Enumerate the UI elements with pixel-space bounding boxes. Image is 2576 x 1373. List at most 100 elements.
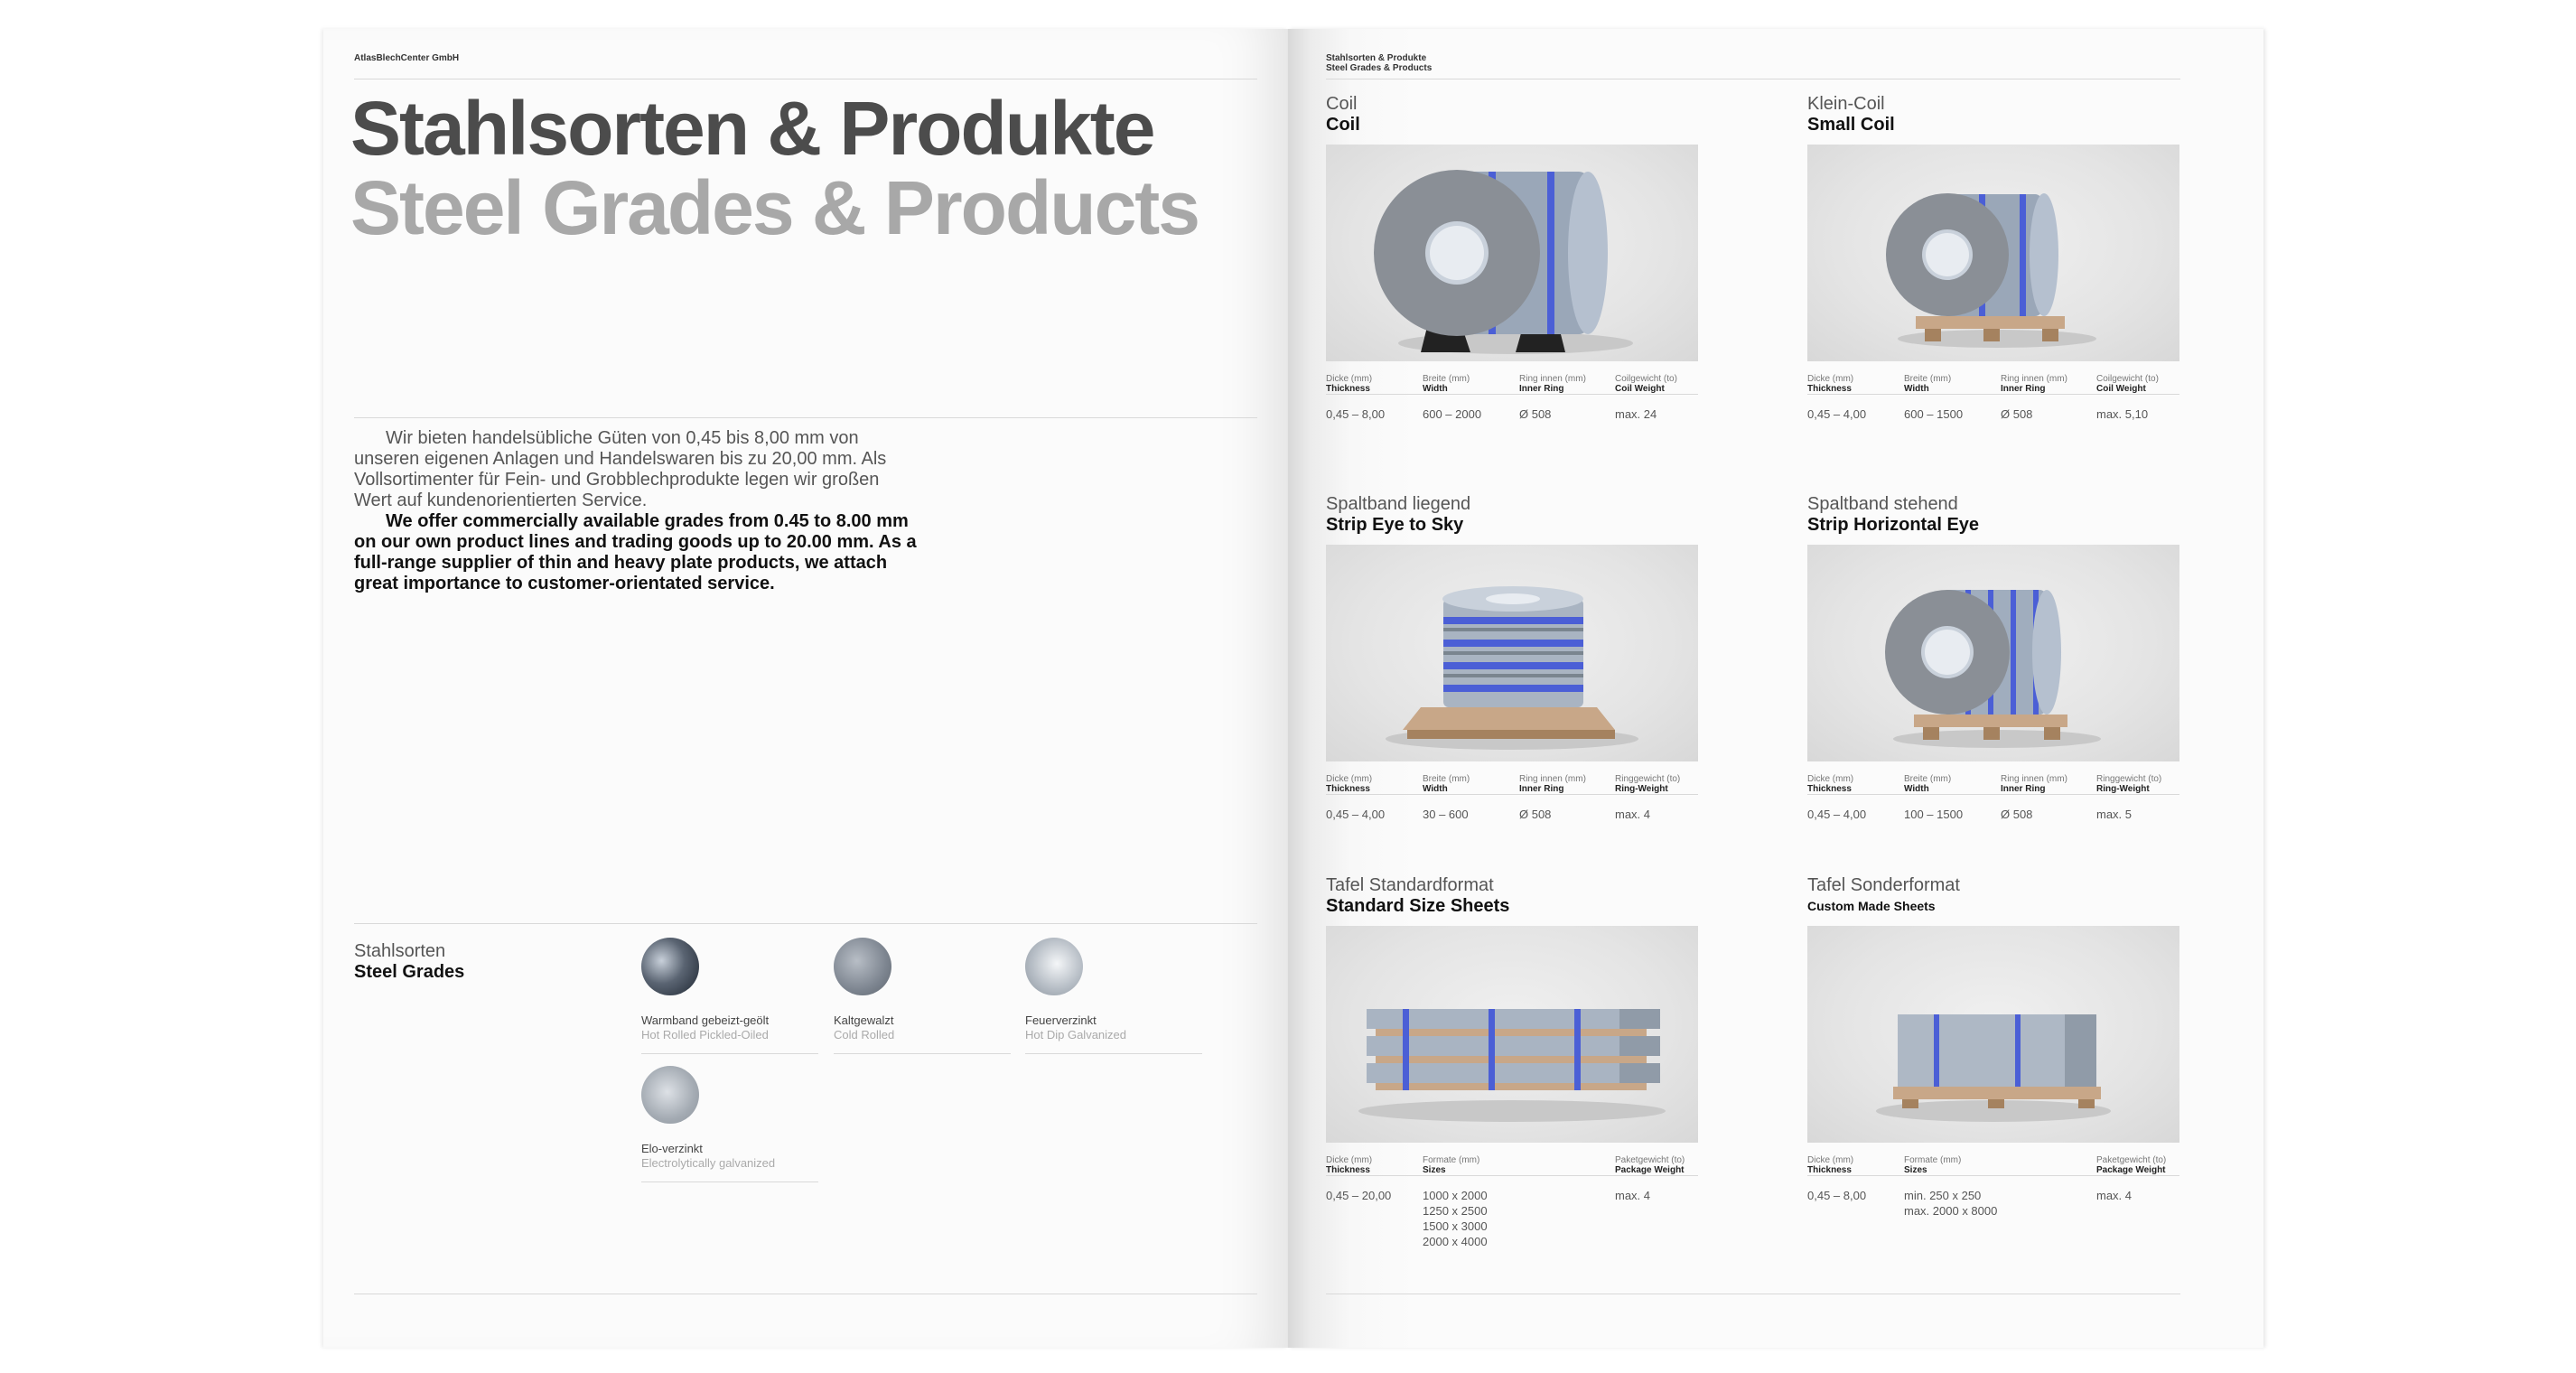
product-small-coil: Klein-Coil Small Coil Dicke (mm) Thickne…: [1807, 94, 2187, 455]
spec-value: 100 – 1500: [1904, 808, 1964, 821]
spec-width: Breite (mm) Width 100 – 1500: [1904, 774, 1994, 822]
grade-name: Warmband gebeizt-geölt: [641, 1013, 770, 1027]
spec-value: max. 4: [1615, 808, 1651, 821]
grade-item: Feuerverzinkt Hot Dip Galvanized: [1025, 938, 1206, 1055]
grade-item: Kaltgewalzt Cold Rolled: [834, 938, 1014, 1055]
grade-item: Warmband gebeizt-geölt Hot Rolled Pickle…: [641, 938, 822, 1055]
small-coil-image: [1807, 145, 2179, 361]
grade-sub: Cold Rolled: [834, 1028, 895, 1041]
product-name-de: Coil: [1326, 94, 1358, 114]
intro-de: Wir bieten handelsübliche Güten von 0,45…: [354, 428, 887, 510]
spec-label-en: Ring-Weight: [1615, 784, 1668, 794]
spec-label-de: Ring innen (mm): [1519, 774, 1586, 784]
page-title-en: Steel Grades & Products: [350, 165, 1200, 250]
spec-value: Ø 508: [1519, 808, 1552, 821]
product-strip-eye-to-sky: Spaltband liegend Strip Eye to Sky Dicke…: [1326, 494, 1705, 855]
electrolytic-galvanized-swatch: [641, 1066, 699, 1124]
spec-value: max. 5,10: [2096, 407, 2149, 421]
spec-label-de: Dicke (mm): [1326, 774, 1373, 784]
product-name-de: Klein-Coil: [1807, 94, 1885, 114]
spec-label-en: Thickness: [1807, 384, 1852, 394]
spec-inner-ring: Ring innen (mm) Inner Ring Ø 508: [1519, 774, 1610, 822]
spec-sizes: Formate (mm) Sizes min. 250 x 250 max. 2…: [1904, 1155, 2085, 1219]
spec-package-weight: Paketgewicht (to) Package Weight max. 4: [1615, 1155, 1705, 1203]
spec-value: 1000 x 2000 1250 x 2500 1500 x 3000 2000…: [1423, 1189, 1488, 1248]
spec-label-en: Package Weight: [1615, 1165, 1685, 1175]
spec-label-de: Dicke (mm): [1807, 1155, 1854, 1165]
grade-rule: [834, 1053, 1011, 1054]
spec-label-de: Breite (mm): [1423, 374, 1470, 384]
custom-sheets-image: [1807, 926, 2179, 1143]
grade-name: Elo-verzinkt: [641, 1142, 703, 1155]
product-coil: Coil Coil Dicke (mm) Thickness 0,45 – 8,…: [1326, 94, 1705, 455]
hot-dip-galvanized-swatch: [1025, 938, 1083, 995]
intro-text: Wir bieten handelsübliche Güten von 0,45…: [354, 428, 919, 594]
spec-thickness: Dicke (mm) Thickness 0,45 – 8,00: [1807, 1155, 1898, 1203]
spec-label-de: Ringgewicht (to): [1615, 774, 1681, 784]
spec-label-de: Ring innen (mm): [2001, 774, 2067, 784]
spec-thickness: Dicke (mm) Thickness 0,45 – 4,00: [1326, 774, 1416, 822]
spec-label-de: Breite (mm): [1904, 374, 1952, 384]
product-name-en: Standard Size Sheets: [1326, 896, 1510, 916]
spec-width: Breite (mm) Width 600 – 1500: [1904, 374, 1994, 422]
spec-value: 30 – 600: [1423, 808, 1469, 821]
spec-label-en: Sizes: [1423, 1165, 1446, 1175]
page-title-de: Stahlsorten & Produkte: [350, 86, 1155, 171]
grades-rule: [354, 923, 1257, 924]
right-header-en: Steel Grades & Products: [1326, 63, 1433, 73]
spec-label-de: Coilgewicht (to): [1615, 374, 1677, 384]
spec-label-de: Ring innen (mm): [1519, 374, 1586, 384]
grade-name: Feuerverzinkt: [1025, 1013, 1097, 1027]
spec-label-de: Ring innen (mm): [2001, 374, 2067, 384]
grade-sub: Electrolytically galvanized: [641, 1156, 776, 1170]
spec-inner-ring: Ring innen (mm) Inner Ring Ø 508: [1519, 374, 1610, 422]
spec-label-en: Thickness: [1807, 1165, 1852, 1175]
spec-label-de: Breite (mm): [1423, 774, 1470, 784]
spec-width: Breite (mm) Width 600 – 2000: [1423, 374, 1513, 422]
spec-label-en: Coil Weight: [1615, 384, 1665, 394]
spec-value: 0,45 – 8,00: [1807, 1189, 1867, 1202]
spec-value: Ø 508: [1519, 407, 1552, 421]
right-page: Stahlsorten & Produkte Steel Grades & Pr…: [1288, 29, 2263, 1348]
spec-thickness: Dicke (mm) Thickness 0,45 – 20,00: [1326, 1155, 1416, 1203]
spec-package-weight: Paketgewicht (to) Package Weight max. 4: [2096, 1155, 2187, 1203]
spec-inner-ring: Ring innen (mm) Inner Ring Ø 508: [2001, 774, 2091, 822]
intro-en: We offer commercially available grades f…: [354, 511, 917, 593]
product-name-en: Strip Eye to Sky: [1326, 515, 1464, 535]
spec-label-en: Thickness: [1807, 784, 1852, 794]
spec-value: Ø 508: [2001, 407, 2033, 421]
spec-label-de: Dicke (mm): [1326, 1155, 1373, 1165]
spec-value: min. 250 x 250 max. 2000 x 8000: [1904, 1189, 1998, 1218]
spec-label-en: Width: [1423, 384, 1448, 394]
product-name-de: Tafel Sonderformat: [1807, 875, 1960, 895]
spec-label-en: Ring-Weight: [2096, 784, 2150, 794]
product-name-de: Spaltband stehend: [1807, 494, 1958, 514]
product-name-en: Strip Horizontal Eye: [1807, 515, 1980, 535]
spec-weight: Ringgewicht (to) Ring-Weight max. 5: [2096, 774, 2187, 822]
right-header-de: Stahlsorten & Produkte: [1326, 53, 1427, 63]
spec-value: Ø 508: [2001, 808, 2033, 821]
grade-sub: Hot Rolled Pickled-Oiled: [641, 1028, 769, 1041]
company-name: AtlasBlechCenter GmbH: [354, 53, 460, 63]
spec-label-de: Coilgewicht (to): [2096, 374, 2159, 384]
spec-value: 0,45 – 4,00: [1807, 407, 1867, 421]
spec-label-en: Width: [1423, 784, 1448, 794]
strip-horizontal-eye-image: [1807, 545, 2179, 761]
grade-rule: [641, 1053, 818, 1054]
spec-label-de: Formate (mm): [1423, 1155, 1480, 1165]
spec-value: max. 5: [2096, 808, 2133, 821]
spec-inner-ring: Ring innen (mm) Inner Ring Ø 508: [2001, 374, 2091, 422]
spec-label-en: Thickness: [1326, 784, 1370, 794]
spec-label-en: Thickness: [1326, 384, 1370, 394]
spec-label-en: Inner Ring: [1519, 384, 1564, 394]
grade-item: Elo-verzinkt Electrolytically galvanized: [641, 1066, 822, 1183]
grade-sub: Hot Dip Galvanized: [1025, 1028, 1126, 1041]
spec-label-en: Coil Weight: [2096, 384, 2146, 394]
spec-value: 600 – 1500: [1904, 407, 1964, 421]
spec-label-en: Sizes: [1904, 1165, 1927, 1175]
spec-width: Breite (mm) Width 30 – 600: [1423, 774, 1513, 822]
grades-heading-de: Stahlsorten: [354, 941, 446, 961]
product-name-de: Spaltband liegend: [1326, 494, 1471, 514]
spec-weight: Ringgewicht (to) Ring-Weight max. 4: [1615, 774, 1705, 822]
spec-thickness: Dicke (mm) Thickness 0,45 – 8,00: [1326, 374, 1416, 422]
